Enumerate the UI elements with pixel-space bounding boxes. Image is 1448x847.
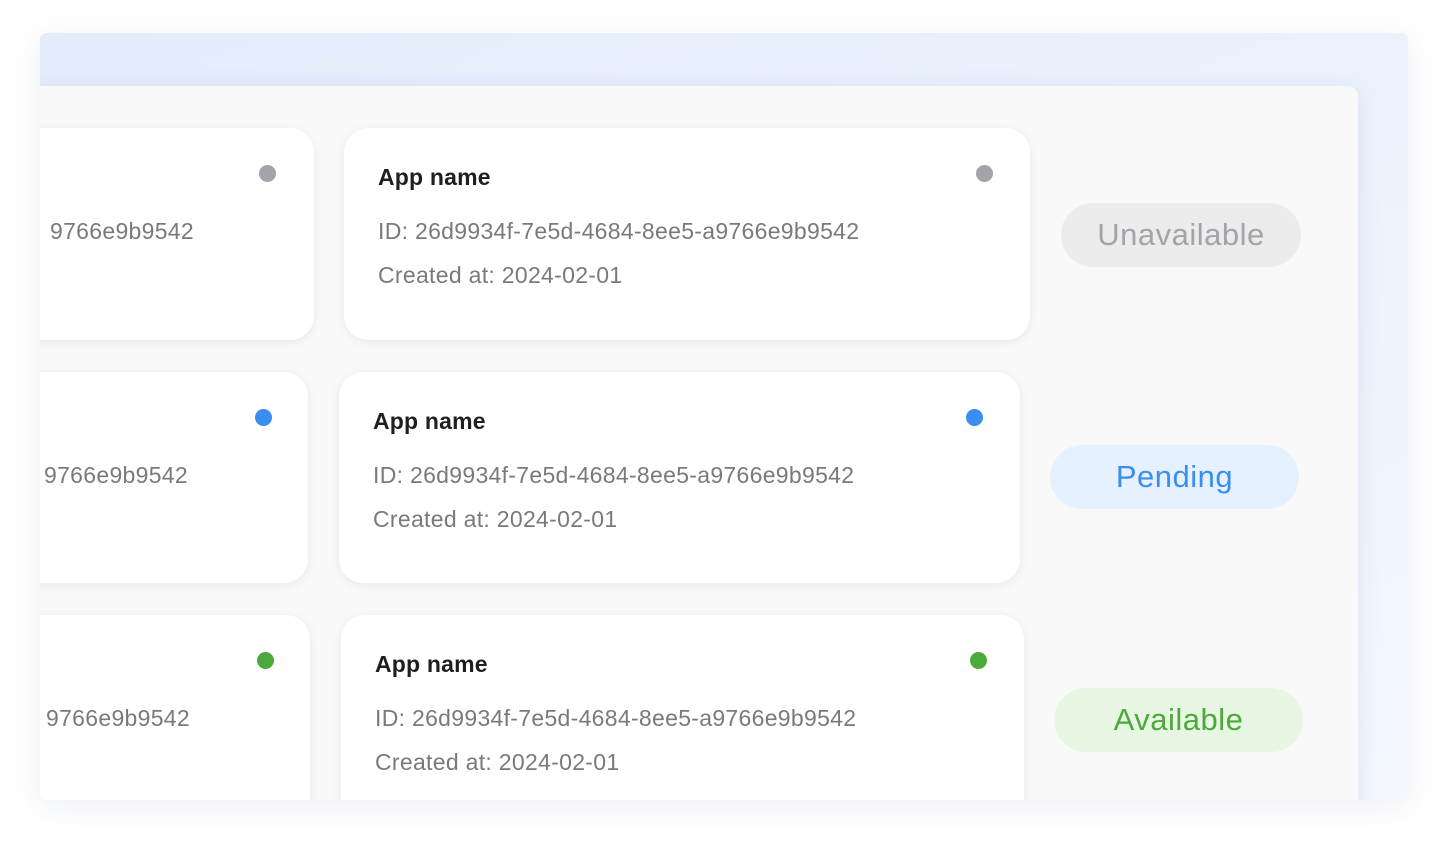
app-created-at: Created at: 2024-02-01 xyxy=(375,749,620,775)
app-name: App name xyxy=(375,651,488,677)
app-created-at: Created at: 2024-02-01 xyxy=(378,262,623,288)
app-card-partial[interactable]: 9766e9b9542 xyxy=(40,372,308,583)
app-card[interactable]: App name ID: 26d9934f-7e5d-4684-8ee5-a97… xyxy=(339,372,1020,583)
app-created-at: Created at: 2024-02-01 xyxy=(373,506,618,532)
status-badge-pending: Pending xyxy=(1050,445,1299,509)
app-id-fragment: 9766e9b9542 xyxy=(49,218,194,244)
app-id: ID: 26d9934f-7e5d-4684-8ee5-a9766e9b9542 xyxy=(378,218,860,244)
app-id: ID: 26d9934f-7e5d-4684-8ee5-a9766e9b9542 xyxy=(375,705,857,731)
app-card-partial[interactable]: 9766e9b9542 xyxy=(40,615,310,800)
status-dot-unavailable xyxy=(259,165,276,182)
app-card-partial[interactable]: 9766e9b9542 xyxy=(40,128,314,340)
status-dot-unavailable xyxy=(976,165,993,182)
app-name: App name xyxy=(373,408,486,434)
status-dot-available xyxy=(970,652,987,669)
app-list-panel: 9766e9b9542 App name ID: 26d9934f-7e5d-4… xyxy=(40,86,1358,800)
backdrop: 9766e9b9542 App name ID: 26d9934f-7e5d-4… xyxy=(40,33,1408,800)
status-dot-pending xyxy=(255,409,272,426)
status-dot-pending xyxy=(966,409,983,426)
app-id: ID: 26d9934f-7e5d-4684-8ee5-a9766e9b9542 xyxy=(373,462,855,488)
app-id-fragment: 9766e9b9542 xyxy=(43,462,188,488)
app-card[interactable]: App name ID: 26d9934f-7e5d-4684-8ee5-a97… xyxy=(341,615,1024,800)
status-badge-available: Available xyxy=(1054,688,1303,752)
stage: 9766e9b9542 App name ID: 26d9934f-7e5d-4… xyxy=(0,0,1448,847)
app-card[interactable]: App name ID: 26d9934f-7e5d-4684-8ee5-a97… xyxy=(344,128,1030,340)
app-name: App name xyxy=(378,164,491,190)
app-id-fragment: 9766e9b9542 xyxy=(45,705,190,731)
status-dot-available xyxy=(257,652,274,669)
status-badge-unavailable: Unavailable xyxy=(1061,203,1301,267)
